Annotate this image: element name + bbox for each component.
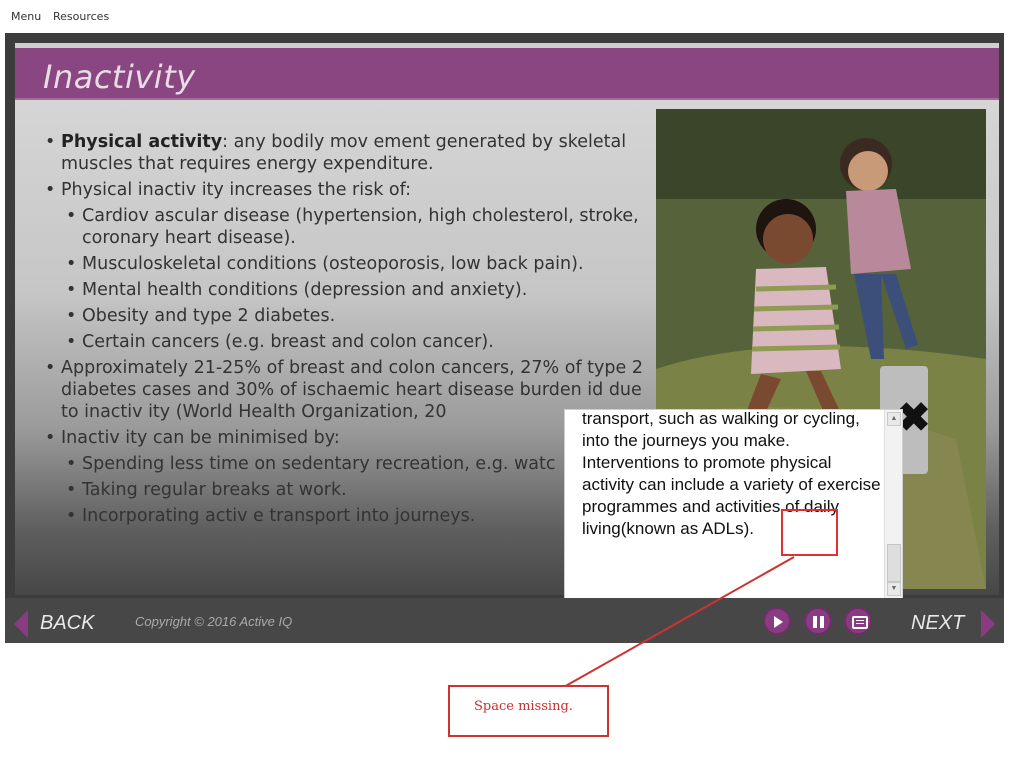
sub-bullet-item: Certain cancers (e.g. breast and colon c… [66,331,645,353]
slide-title: Inactivity [43,58,196,96]
pause-button[interactable] [804,607,832,635]
title-bar: Inactivity [15,48,999,100]
bullet-item: Physical inactiv ity increases the risk … [45,179,645,201]
bullet-item: Inactiv ity can be minimised by: [45,427,645,449]
sub-bullet-item: Mental health conditions (depression and… [66,279,645,301]
pause-icon [813,616,817,628]
back-button[interactable]: BACK [40,612,94,635]
error-highlight-box [781,509,838,556]
sub-bullet-item: Obesity and type 2 diabetes. [66,305,645,327]
bullet-item: Physical activity: any bodily mov ement … [45,131,645,175]
sub-bullet-item: Taking regular breaks at work. [66,479,645,501]
scroll-up-icon[interactable]: ▲ [887,412,901,426]
sub-bullet-item: Musculoskeletal conditions (osteoporosis… [66,253,645,275]
sub-bullet-item: Cardiov ascular disease (hypertension, h… [66,205,645,249]
next-button[interactable]: NEXT [911,612,964,635]
resources-link[interactable]: Resources [53,10,109,23]
pause-icon [820,616,824,628]
back-arrow-icon[interactable] [14,610,28,638]
play-icon [774,616,783,628]
bullet-bold-term: Physical activity [61,132,223,152]
captions-button[interactable] [844,607,872,635]
scroll-down-icon[interactable]: ▼ [887,582,901,596]
captions-icon [852,616,868,629]
popup-scrollbar[interactable]: ▲ ▼ [884,410,902,598]
sub-bullet-item: Incorporating activ e transport into jou… [66,505,645,527]
play-button[interactable] [763,607,791,635]
sub-bullet-item: Spending less time on sedentary recreati… [66,453,645,475]
annotation-box: Space missing. [448,685,609,737]
copyright-text: Copyright © 2016 Active IQ [135,614,293,629]
notes-popup: transport, such as walking or cycling, i… [564,409,903,599]
next-arrow-icon[interactable] [981,610,995,638]
top-nav: Menu Resources [0,0,1012,33]
bullet-item: Approximately 21-25% of breast and colon… [45,357,645,423]
player-controls: BACK Copyright © 2016 Active IQ NEXT [5,598,1004,643]
menu-link[interactable]: Menu [11,10,41,23]
scroll-thumb[interactable] [887,544,901,582]
annotation-text: Space missing. [474,699,573,714]
bullet-list: Physical activity: any bodily mov ement … [45,131,645,531]
